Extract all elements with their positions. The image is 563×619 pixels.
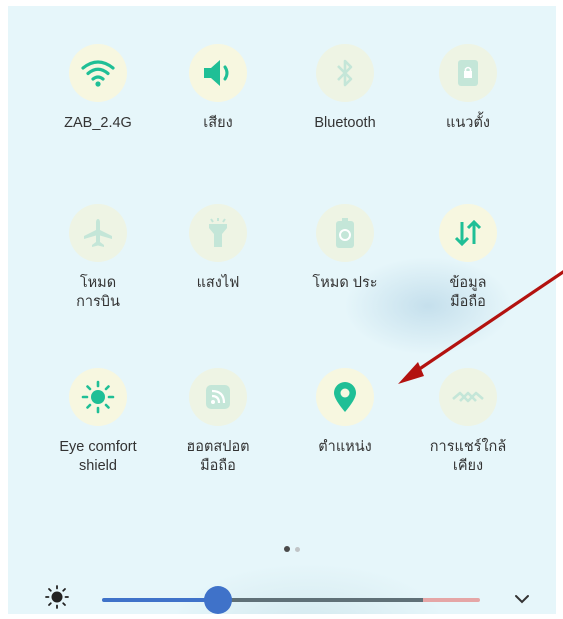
tile-label-location: ตำแหน่ง <box>318 439 372 455</box>
tile-mobile-data[interactable]: ข้อมูล มือถือ <box>413 204 523 312</box>
tile-label-airplane-mode: โหมด การบิน <box>76 275 120 310</box>
mobile-data-icon <box>453 218 483 248</box>
flashlight-icon <box>206 217 230 249</box>
tile-location[interactable]: ตำแหน่ง <box>290 368 400 457</box>
brightness-slider-track-end[interactable] <box>423 598 480 602</box>
volume-icon <box>201 58 235 88</box>
wifi-icon <box>81 58 115 88</box>
page-indicator-dot-active <box>284 546 290 552</box>
tile-label-portrait: แนวตั้ง <box>446 115 490 131</box>
tile-battery-saver[interactable]: โหมด ประ <box>290 204 400 293</box>
tile-airplane-mode[interactable]: โหมด การบิน <box>43 204 153 312</box>
tile-flashlight[interactable]: แสงไฟ <box>163 204 273 293</box>
tile-label-bluetooth: Bluetooth <box>314 115 376 131</box>
tile-label-flashlight: แสงไฟ <box>196 275 240 291</box>
tile-label-sound: เสียง <box>203 115 233 131</box>
tile-label-hotspot: ฮอตสปอต มือถือ <box>186 439 250 474</box>
tile-wifi[interactable]: ZAB_2.4G <box>43 44 153 133</box>
tile-label-nearby-share: การแชร์ใกล้ เคียง <box>429 439 507 474</box>
tile-sound[interactable]: เสียง <box>163 44 273 133</box>
tile-label-eye-comfort: Eye comfort shield <box>59 439 137 474</box>
portrait-lock-icon <box>456 58 480 88</box>
airplane-icon <box>82 217 114 249</box>
tile-label-wifi: ZAB_2.4G <box>64 115 132 131</box>
brightness-slider-thumb[interactable] <box>204 586 232 614</box>
tile-nearby-share[interactable]: การแชร์ใกล้ เคียง <box>413 368 523 476</box>
brightness-slider-fill[interactable] <box>102 598 218 602</box>
hotspot-icon <box>205 384 231 410</box>
nearby-share-icon <box>451 387 485 407</box>
tile-label-battery-saver: โหมด ประ <box>312 275 378 291</box>
bluetooth-icon <box>334 58 356 88</box>
quick-settings-panel: ZAB_2.4G เสียง Bluetooth แนวตั้ง โหมด กา… <box>8 6 556 614</box>
brightness-slider-track[interactable] <box>218 598 423 602</box>
tile-portrait[interactable]: แนวตั้ง <box>413 44 523 133</box>
tile-hotspot[interactable]: ฮอตสปอต มือถือ <box>163 368 273 476</box>
tile-label-mobile-data: ข้อมูล มือถือ <box>449 275 487 310</box>
brightness-icon <box>44 584 70 615</box>
location-icon <box>332 381 358 413</box>
battery-saver-icon <box>335 217 355 249</box>
expand-chevron-icon[interactable] <box>514 592 530 610</box>
eye-comfort-icon <box>81 380 115 414</box>
tile-bluetooth[interactable]: Bluetooth <box>290 44 400 133</box>
page-indicator-dot <box>295 547 300 552</box>
tile-eye-comfort[interactable]: Eye comfort shield <box>43 368 153 476</box>
